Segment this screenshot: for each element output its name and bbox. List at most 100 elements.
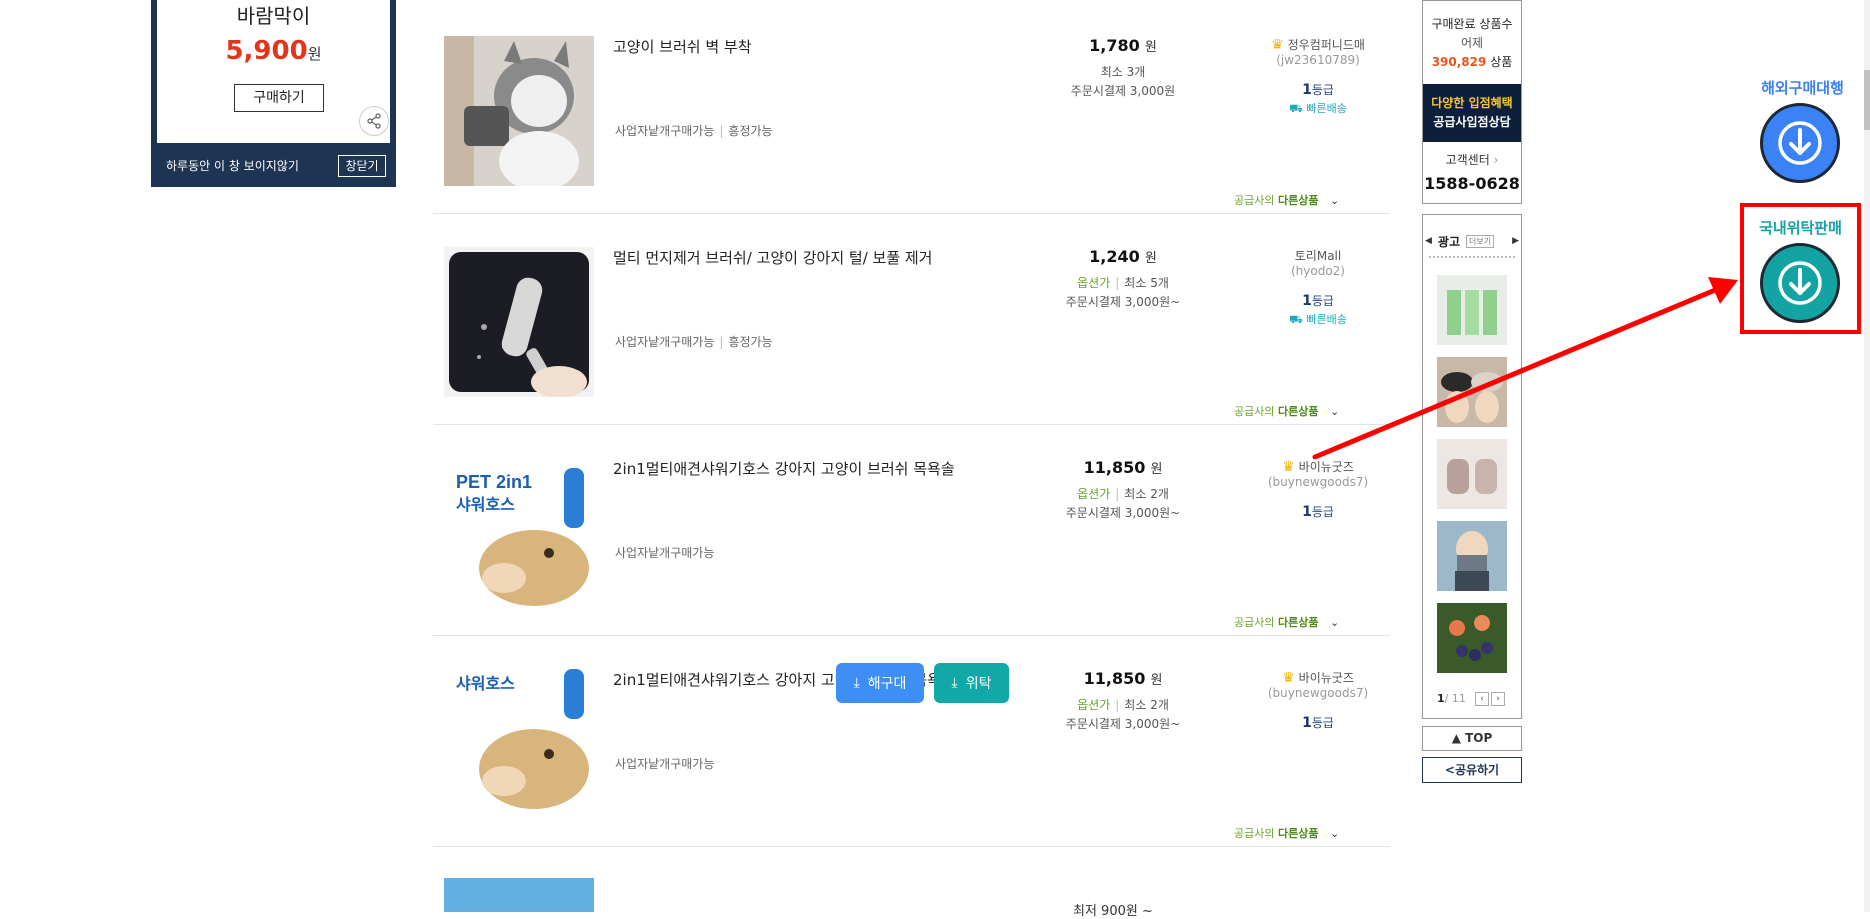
chevron-down-icon: ⌄ xyxy=(1329,616,1340,629)
product-tags: 사업자낱개구매가능 xyxy=(615,755,714,772)
seller-grade: 1등급 xyxy=(1218,503,1418,520)
other-products-link[interactable]: 공급사의 다른상품 ⌄ xyxy=(1234,614,1339,630)
consign-button-label: 위탁 xyxy=(965,676,992,692)
scrollbar-track[interactable] xyxy=(1864,0,1870,912)
fast-delivery-label: 빠른배송 xyxy=(1306,102,1347,115)
product-title[interactable]: 2in1멀티애견샤워기호스 강아지 고양이 브러쉬 목욕솔 xyxy=(613,458,955,479)
price-unit: 원 xyxy=(1150,462,1163,477)
download-icon: ⤓ xyxy=(853,675,860,691)
crown-icon: ♛ xyxy=(1282,670,1295,686)
product-thumbnail[interactable] xyxy=(444,878,594,912)
product-price: 11,850 xyxy=(1083,669,1146,688)
popup-buy-button[interactable]: 구매하기 xyxy=(234,84,324,112)
product-thumbnail[interactable]: 샤워호스 xyxy=(444,669,594,819)
overseas-download-button[interactable] xyxy=(1760,103,1840,183)
other-prefix: 공급사의 xyxy=(1234,405,1275,418)
seller-grade: 1등급 xyxy=(1218,714,1418,731)
next-arrow-icon[interactable]: ▶ xyxy=(1512,236,1519,246)
popup-close-button[interactable]: 창닫기 xyxy=(338,155,386,177)
share-button[interactable]: <공유하기 xyxy=(1422,757,1522,783)
hide-today-link[interactable]: 하루동안 이 창 보이지않기 xyxy=(166,157,299,174)
overseas-button-label: 해구대 xyxy=(867,676,907,692)
product-tag: 흥정가능 xyxy=(728,335,773,349)
product-tag: 사업자낱개구매가능 xyxy=(615,335,715,349)
product-thumbnail[interactable] xyxy=(444,247,594,397)
product-thumbnail[interactable]: PET 2in1 샤워호스 xyxy=(444,458,594,608)
grade-number: 1 xyxy=(1302,82,1312,98)
ad-item[interactable] xyxy=(1437,603,1507,673)
sold-count-value: 390,829 xyxy=(1431,55,1487,69)
popup-price-unit: 원 xyxy=(307,45,322,63)
share-label: 공유하기 xyxy=(1454,763,1500,777)
consign-button[interactable]: ⤓ 위탁 xyxy=(934,663,1009,703)
arrow-down-icon xyxy=(1778,261,1822,305)
svg-text:샤워호스: 샤워호스 xyxy=(456,496,515,514)
fast-delivery-badge: ⛟ 빠른배송 xyxy=(1289,102,1347,115)
share-icon: < xyxy=(1444,763,1455,777)
product-price-block: 1,780 원 최소 3개 주문시결제 3,000원 xyxy=(1033,36,1213,99)
overseas-purchase-button[interactable]: ⤓ 해구대 xyxy=(836,663,924,703)
other-label: 다른상품 xyxy=(1277,827,1319,840)
page-total: / 11 xyxy=(1444,692,1466,705)
other-label: 다른상품 xyxy=(1277,616,1319,629)
other-prefix: 공급사의 xyxy=(1234,194,1275,207)
ad-header: ◀ 광고 더보기 ▶ xyxy=(1423,230,1521,252)
arrow-down-icon xyxy=(1778,121,1822,165)
overseas-purchase-label: 해외구매대행 xyxy=(1761,79,1844,97)
download-icon: ⤓ xyxy=(951,675,958,691)
seller-block: ♛ 바이뉴굿즈 (buynewgoods7) 1등급 xyxy=(1218,669,1418,731)
chevron-down-icon: ⌄ xyxy=(1329,827,1340,840)
crown-icon: ♛ xyxy=(1282,459,1295,475)
other-products-link[interactable]: 공급사의 다른상품 ⌄ xyxy=(1234,825,1339,841)
cs-label: 고객센터 xyxy=(1445,153,1490,167)
sales-stats-box: 구매완료 상품수 어제 390,829 상품 다양한 입점혜택 공급사입점상담 … xyxy=(1422,0,1522,204)
other-products-link[interactable]: 공급사의 다른상품 ⌄ xyxy=(1234,192,1339,208)
grade-label: 등급 xyxy=(1311,505,1334,519)
seller-id: (jw23610789) xyxy=(1276,53,1360,67)
product-thumbnail[interactable] xyxy=(444,36,594,186)
phone-number: 1588-0628 xyxy=(1424,174,1520,193)
consign-download-button[interactable] xyxy=(1760,243,1840,323)
seller-name[interactable]: 정우컴퍼니드매 xyxy=(1288,38,1365,52)
product-price: 11,850 xyxy=(1083,458,1146,477)
scrollbar-thumb[interactable] xyxy=(1864,70,1870,130)
shipping-info: 주문시결제 3,000원~ xyxy=(1065,295,1181,309)
seller-grade: 1등급 xyxy=(1218,81,1418,98)
option-label: 옵션가 xyxy=(1077,487,1111,501)
min-qty: 최소 5개 xyxy=(1124,276,1169,290)
scroll-top-button[interactable]: ▲ TOP xyxy=(1422,726,1522,751)
page-current: 1 xyxy=(1437,692,1445,705)
ad-more-button[interactable]: 더보기 xyxy=(1466,234,1495,248)
chevron-down-icon: ⌄ xyxy=(1329,194,1340,207)
crown-icon: ♛ xyxy=(1271,37,1284,53)
product-title[interactable]: 멀티 먼지제거 브러쉬/ 고양이 강아지 털/ 보풀 제거 xyxy=(613,247,933,268)
customer-center-link[interactable]: 고객센터 › xyxy=(1423,151,1521,168)
product-row: 고양이 브러쉬 벽 부착 사업자낱개구매가능 | 흥정가능 1,780 원 최소 3… xyxy=(433,3,1390,214)
seller-id: (buynewgoods7) xyxy=(1267,686,1369,700)
page-next-button[interactable]: › xyxy=(1491,692,1505,706)
ad-item[interactable] xyxy=(1437,521,1507,591)
divider xyxy=(1429,256,1515,258)
svg-text:PET 2in1: PET 2in1 xyxy=(456,472,532,492)
price-unit: 원 xyxy=(1144,40,1157,55)
product-price-block: 1,240 원 옵션가 | 최소 5개 주문시결제 3,000원~ xyxy=(1033,247,1213,310)
grade-number: 1 xyxy=(1302,504,1312,520)
sold-count: 390,829 상품 xyxy=(1423,53,1521,70)
other-prefix: 공급사의 xyxy=(1234,616,1275,629)
seller-name[interactable]: 바이뉴굿즈 xyxy=(1299,671,1354,685)
page-prev-button[interactable]: ‹ xyxy=(1475,692,1489,706)
shipping-info: 주문시결제 3,000원~ xyxy=(1065,717,1181,731)
share-icon[interactable] xyxy=(359,106,389,136)
supplier-banner[interactable]: 다양한 입점혜택 공급사입점상담 xyxy=(1423,84,1521,142)
product-title[interactable]: 고양이 브러쉬 벽 부착 xyxy=(613,36,752,57)
other-label: 다른상품 xyxy=(1277,194,1319,207)
seller-id: (buynewgoods7) xyxy=(1267,475,1369,489)
yesterday-label: 어제 xyxy=(1460,36,1484,50)
price-unit: 원 xyxy=(1150,673,1163,688)
prev-arrow-icon[interactable]: ◀ xyxy=(1425,236,1432,246)
popup-product-name: 바람막이 xyxy=(236,4,311,28)
promo-popup: 바람막이 5,900원 구매하기 하루동안 이 창 보이지않기 창닫기 xyxy=(151,0,396,187)
grade-label: 등급 xyxy=(1311,716,1334,730)
product-tags: 사업자낱개구매가능 | 흥정가능 xyxy=(615,124,773,138)
sold-label: 구매완료 상품수 xyxy=(1431,17,1513,31)
